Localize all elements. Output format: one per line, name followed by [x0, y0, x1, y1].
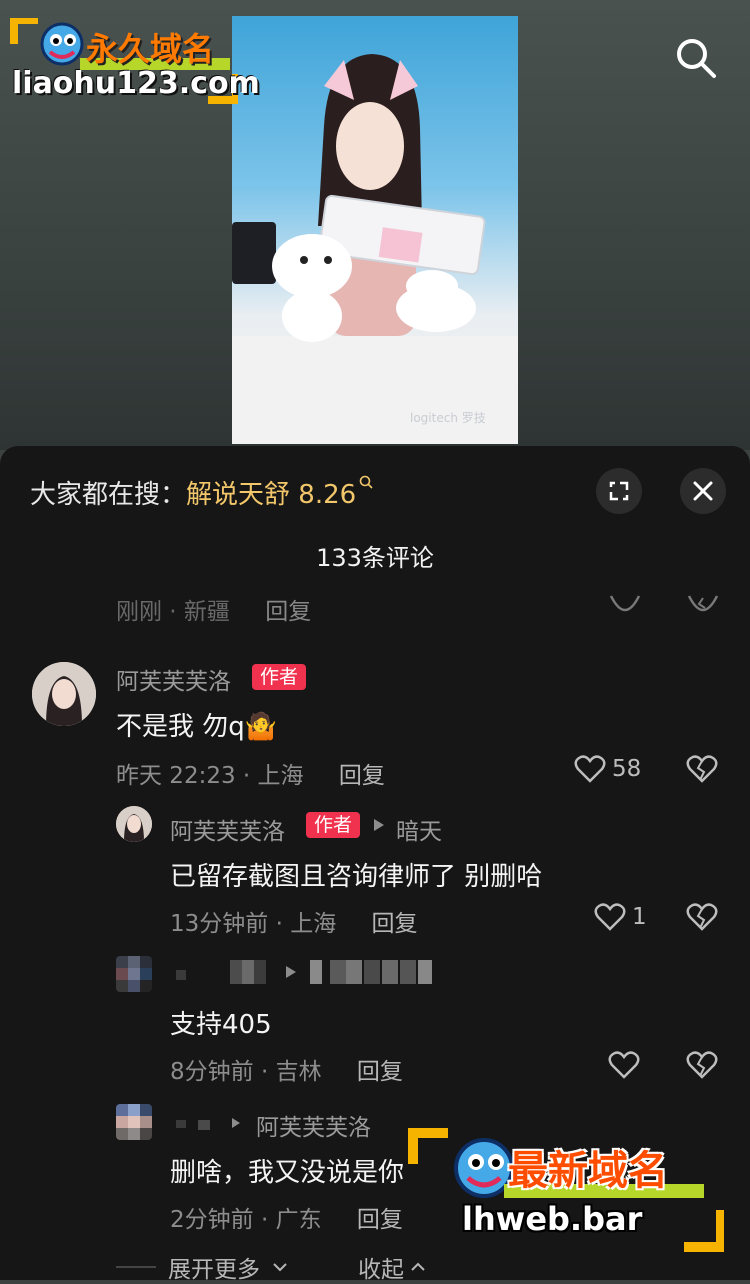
search-icon: [677, 39, 716, 78]
pixelated-username: [176, 960, 432, 984]
pixelated-avatar: [116, 1104, 152, 1140]
comment-meta: 13分钟前 · 上海 回复: [170, 904, 418, 938]
avatar-image: [116, 806, 152, 842]
reply-to-name[interactable]: 暗天: [396, 812, 442, 846]
comment-meta: 2分钟前 · 广东 回复: [170, 1200, 403, 1234]
comment-time: 2分钟前 · 广东: [170, 1207, 322, 1233]
watermark-bottom-title: 最新域名: [508, 1148, 668, 1194]
hot-search-prefix: 大家都在搜：: [30, 480, 187, 510]
reply-button[interactable]: 回复: [339, 763, 385, 789]
close-icon: [693, 481, 713, 501]
reply-button[interactable]: 回复: [357, 1207, 403, 1233]
heart-icon: [574, 755, 606, 783]
avatar[interactable]: [32, 662, 96, 726]
video-preview[interactable]: logitech 罗技: [232, 16, 518, 444]
chevron-up-icon: [411, 1262, 425, 1271]
video-brand-text: logitech 罗技: [410, 411, 486, 425]
comment-author-name[interactable]: 阿芙芙芙洛: [116, 662, 231, 696]
comments-count: 133条评论: [316, 544, 434, 572]
watermark-top: 永久域名 liaohu123.com: [8, 14, 260, 108]
hot-search-bar[interactable]: 大家都在搜：解说天舒 8.26: [30, 474, 374, 511]
like-button[interactable]: 58: [574, 754, 641, 784]
collapse-button[interactable]: 收起: [358, 1250, 404, 1284]
watermark-bottom: 最新域名 lhweb.bar: [404, 1124, 728, 1256]
watermark-top-domain: liaohu123.com: [12, 66, 260, 101]
comment-text: 删啥，我又没说是你: [170, 1158, 405, 1188]
chevron-down-icon: [273, 1263, 287, 1272]
like-count: 58: [612, 756, 642, 782]
comment-time: 昨天 22:23 · 上海: [116, 763, 304, 789]
hot-search-keyword[interactable]: 解说天舒 8.26: [186, 480, 356, 510]
prev-reply-button[interactable]: 回复: [265, 599, 311, 625]
expand-icon: [609, 481, 629, 501]
comment-text: 支持405: [170, 1010, 272, 1040]
avatar-image: [32, 662, 96, 726]
comment-time: 13分钟前 · 上海: [170, 911, 337, 937]
play-arrow-icon: [374, 819, 384, 831]
pixelated-username: [176, 1118, 240, 1130]
dislike-icon[interactable]: [686, 902, 718, 932]
divider-line: [116, 1266, 156, 1268]
author-badge: 作者: [306, 812, 361, 838]
expand-more-button[interactable]: 展开更多: [168, 1250, 260, 1284]
heart-icon: [594, 903, 626, 931]
comment-text: 已留存截图且咨询律师了 别删哈: [170, 862, 543, 892]
heart-icon[interactable]: [608, 1050, 640, 1080]
comment-meta: 8分钟前 · 吉林 回复: [170, 1052, 403, 1086]
close-button[interactable]: [680, 468, 726, 514]
video-frame-art: logitech 罗技: [232, 54, 518, 444]
reply-to-name[interactable]: 阿芙芙芙洛: [256, 1108, 371, 1142]
comment-text: 不是我 勿q🤷: [116, 712, 278, 742]
dislike-icon[interactable]: [686, 1050, 718, 1080]
reply-button[interactable]: 回复: [357, 1059, 403, 1085]
watermark-bottom-domain: lhweb.bar: [462, 1200, 643, 1238]
comment-time: 8分钟前 · 吉林: [170, 1059, 322, 1085]
search-small-icon: [359, 475, 373, 489]
dislike-icon[interactable]: [686, 594, 720, 616]
prev-comment-meta: 刚刚 · 新疆 回复: [116, 592, 311, 626]
expand-button[interactable]: [596, 468, 642, 514]
heart-icon[interactable]: [608, 594, 642, 616]
pixelated-avatar: [116, 956, 152, 992]
prev-comment-time: 刚刚 · 新疆: [116, 599, 230, 625]
reply-button[interactable]: 回复: [372, 911, 418, 937]
reply-author-name[interactable]: 阿芙芙芙洛: [170, 812, 285, 846]
avatar[interactable]: [116, 956, 152, 992]
avatar[interactable]: [116, 1104, 152, 1140]
like-count: 1: [632, 904, 647, 930]
search-button[interactable]: [674, 36, 718, 80]
author-badge: 作者: [252, 664, 307, 690]
avatar[interactable]: [116, 806, 152, 842]
like-button[interactable]: 1: [594, 902, 647, 932]
dislike-icon[interactable]: [686, 754, 718, 784]
expand-more-row: 展开更多: [116, 1250, 288, 1284]
watermark-top-title: 永久域名: [86, 30, 215, 68]
comment-meta: 昨天 22:23 · 上海 回复: [116, 756, 385, 790]
